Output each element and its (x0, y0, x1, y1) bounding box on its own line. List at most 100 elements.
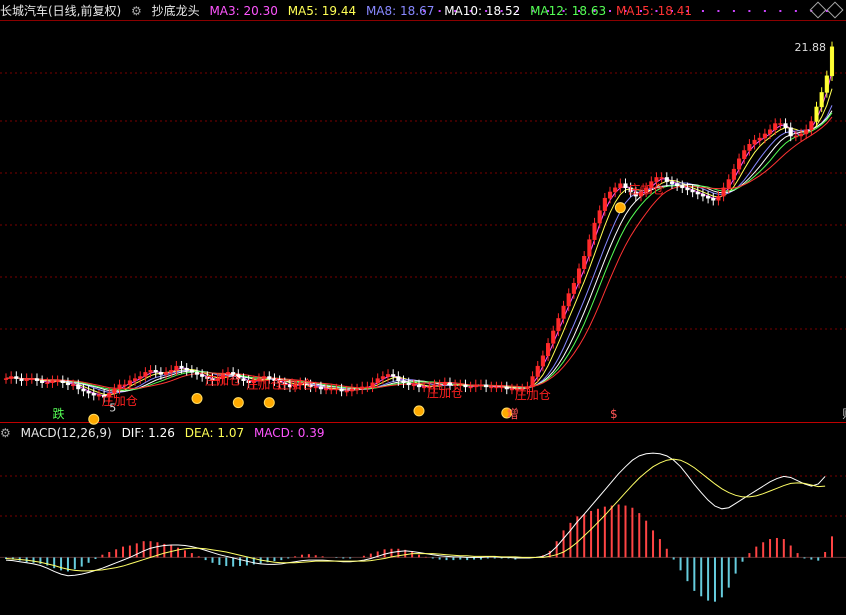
candle (91, 392, 96, 396)
bottom-marker: $ (610, 407, 618, 421)
candle (762, 133, 767, 139)
candle (406, 382, 411, 386)
candle (742, 150, 747, 160)
macd-settings-icon[interactable]: ⚙ (0, 424, 11, 442)
candle (587, 239, 592, 257)
candle (788, 127, 793, 137)
candle (391, 374, 396, 377)
ma12-line (5, 112, 833, 391)
signal-dot (413, 405, 425, 417)
candle (200, 374, 205, 377)
candle (81, 388, 86, 392)
candle (695, 191, 700, 195)
candle (680, 185, 685, 189)
candle (34, 378, 40, 381)
candle (484, 384, 489, 388)
ma10-label: MA10: 18.52 (444, 4, 521, 18)
candle (370, 382, 375, 388)
candle (127, 380, 132, 386)
candle (757, 137, 762, 141)
signal-label: 庄加仓 (102, 393, 138, 408)
candle (189, 370, 194, 373)
signal-label: 庄加仓 (628, 182, 664, 197)
chart-svg[interactable]: 21.88庄加仓庄加仓庄加仓庄加仓庄加仓庄加仓庄加仓庄加仓庄加5跌增$赚 (0, 0, 846, 611)
signal-label: 庄加仓 (205, 372, 241, 387)
signal-dot (232, 397, 244, 409)
candle (654, 177, 659, 182)
candle (613, 187, 618, 193)
candle (86, 390, 91, 394)
signal-dot (88, 413, 100, 425)
candle (318, 386, 323, 390)
indicator-name[interactable]: 抄底龙头 (152, 0, 200, 22)
candle (706, 195, 711, 199)
ma3-label: MA3: 20.30 (209, 4, 278, 18)
candle (365, 386, 370, 389)
candle (422, 386, 427, 389)
candle (45, 382, 50, 384)
candle (50, 380, 55, 383)
candle (179, 365, 184, 369)
stock-title[interactable]: 长城汽车(日线,前复权) (0, 0, 121, 22)
candle (14, 376, 19, 379)
candle (241, 378, 246, 381)
candle (530, 376, 535, 388)
candle (401, 380, 406, 383)
candle (489, 386, 494, 389)
candle (169, 370, 174, 373)
candle (669, 181, 675, 184)
candle (752, 139, 757, 145)
candle (499, 386, 504, 389)
candle (478, 384, 484, 387)
candle (29, 378, 34, 380)
candle (685, 187, 690, 191)
candle (566, 293, 571, 307)
candle (829, 46, 835, 77)
low-price-label: 5 (109, 401, 116, 414)
candle (556, 318, 561, 332)
candle (767, 129, 773, 135)
candle (551, 330, 556, 344)
signal-label: 庄加仓 (427, 385, 463, 400)
candle (133, 378, 138, 381)
candle (783, 123, 788, 128)
candle (112, 388, 117, 394)
ma5-line (5, 88, 833, 396)
candle (494, 386, 499, 389)
candle (623, 183, 628, 189)
candle (76, 384, 81, 390)
candle (582, 256, 587, 269)
candle (726, 179, 731, 189)
candle (40, 380, 45, 383)
bottom-marker: 增 (507, 407, 519, 421)
candle (716, 195, 721, 201)
macd-dea-label: DEA: 1.07 (184, 426, 245, 440)
candle (360, 386, 365, 390)
candle (313, 386, 318, 389)
macd-title[interactable]: MACD(12,26,9) (21, 424, 112, 442)
candle (602, 197, 607, 211)
candle (122, 384, 127, 387)
candle (96, 394, 101, 397)
ma3-line (5, 71, 833, 397)
candle (561, 305, 566, 319)
candle (339, 388, 344, 392)
ma8-label: MA8: 18.67 (365, 4, 435, 18)
candle (571, 282, 576, 294)
candle (473, 384, 478, 388)
candle (819, 92, 824, 108)
candle (385, 374, 391, 377)
bottom-marker: 跌 (52, 406, 64, 421)
candle (349, 388, 354, 392)
candle (509, 388, 514, 391)
candle (737, 158, 742, 170)
candle (447, 382, 453, 386)
candle (55, 380, 60, 382)
main-header: 长城汽车(日线,前复权) ⚙ 抄底龙头 MA3: 20.30 MA5: 19.4… (0, 0, 846, 22)
ma5-label: MA5: 19.44 (287, 4, 357, 18)
settings-icon[interactable]: ⚙ (131, 0, 142, 22)
signal-label: 庄加仓 (515, 387, 551, 402)
candle (731, 168, 736, 180)
ma8-line (5, 105, 833, 394)
candle (163, 372, 169, 375)
